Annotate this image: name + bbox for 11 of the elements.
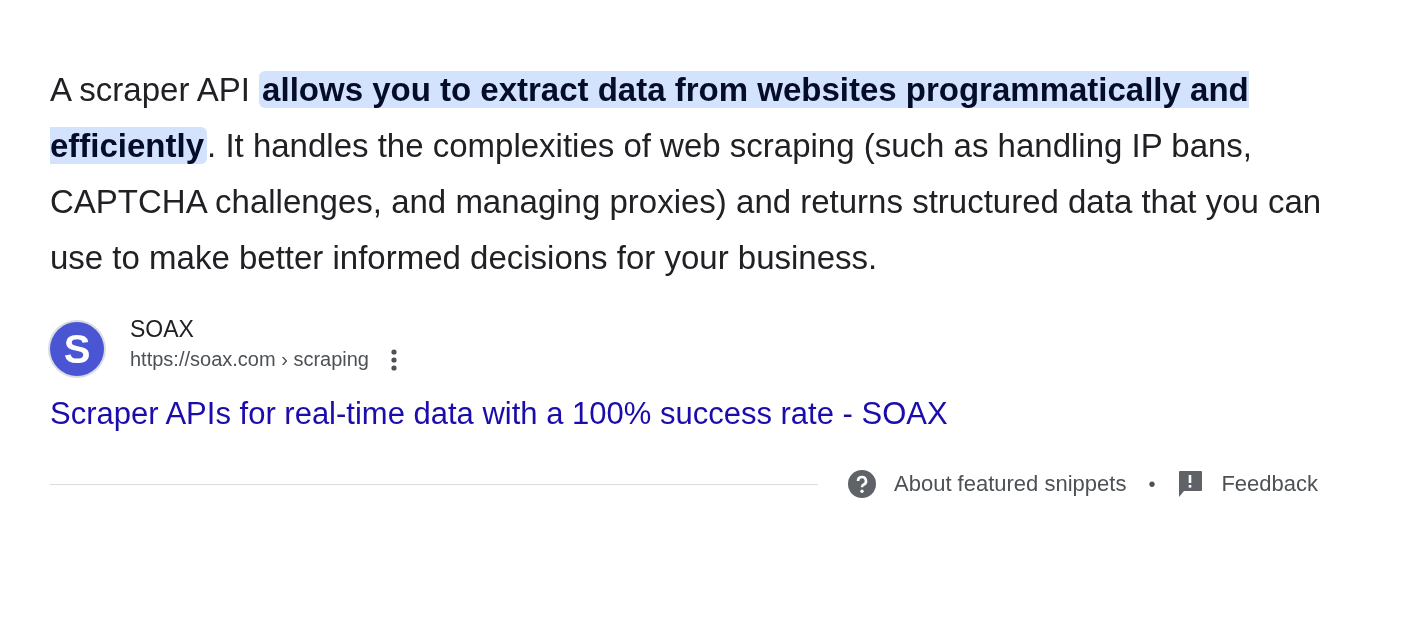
help-icon (848, 470, 876, 498)
more-options-icon[interactable] (391, 348, 397, 371)
site-name: SOAX (130, 315, 195, 344)
feedback-link[interactable]: Feedback (1177, 470, 1319, 498)
site-favicon-icon: S (50, 322, 104, 376)
snippet-text: A scraper API allows you to extract data from websites programmatically and efficiently. It handles the complexities of web scraping (such as handling IP bans, CAPTCHA challenges, and managing proxies) and returns structured data that you can use to make better informed decisions for your business. (50, 70, 1323, 278)
feedback-icon (1177, 470, 1204, 498)
site-url: https://soax.com › scraping (130, 348, 369, 371)
result-title-link[interactable]: Scraper APIs for real-time data with a 100% success rate - SOAX (50, 394, 948, 434)
separator-dot: • (1148, 472, 1156, 496)
about-snippets-link[interactable]: About featured snippets (848, 470, 1127, 498)
